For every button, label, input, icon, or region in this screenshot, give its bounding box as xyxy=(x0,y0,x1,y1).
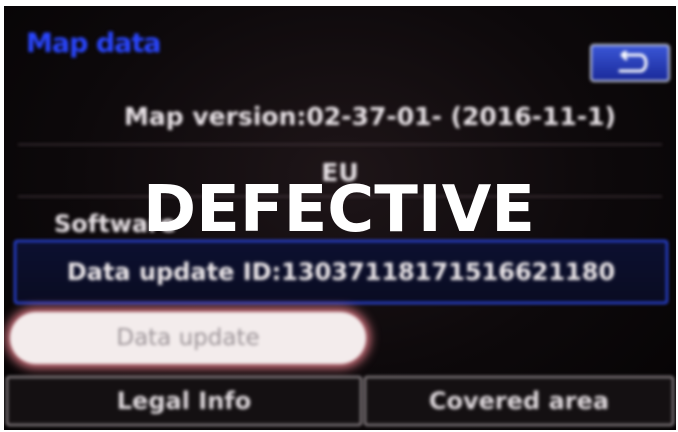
legal-info-label: Legal Info xyxy=(116,387,252,415)
photo-frame: Map data Map version:02-37-01- (2016-11-… xyxy=(0,0,678,432)
data-update-label: Data update xyxy=(116,325,260,351)
map-version-text: Map version:02-37-01- (2016-11-1) xyxy=(124,102,616,131)
page-title: Map data xyxy=(26,28,161,59)
back-arrow-icon xyxy=(610,51,650,75)
legal-info-button[interactable]: Legal Info xyxy=(6,376,362,426)
covered-area-button[interactable]: Covered area xyxy=(364,376,674,426)
divider xyxy=(18,144,662,145)
defective-stamp: DEFECTIVE xyxy=(143,173,535,247)
back-button[interactable] xyxy=(590,44,670,82)
data-update-id-text: Data update ID:13037118171516621180 xyxy=(66,258,616,286)
data-update-button[interactable]: Data update xyxy=(10,312,366,364)
data-update-id-row: Data update ID:13037118171516621180 xyxy=(14,240,668,304)
covered-area-label: Covered area xyxy=(428,387,610,415)
